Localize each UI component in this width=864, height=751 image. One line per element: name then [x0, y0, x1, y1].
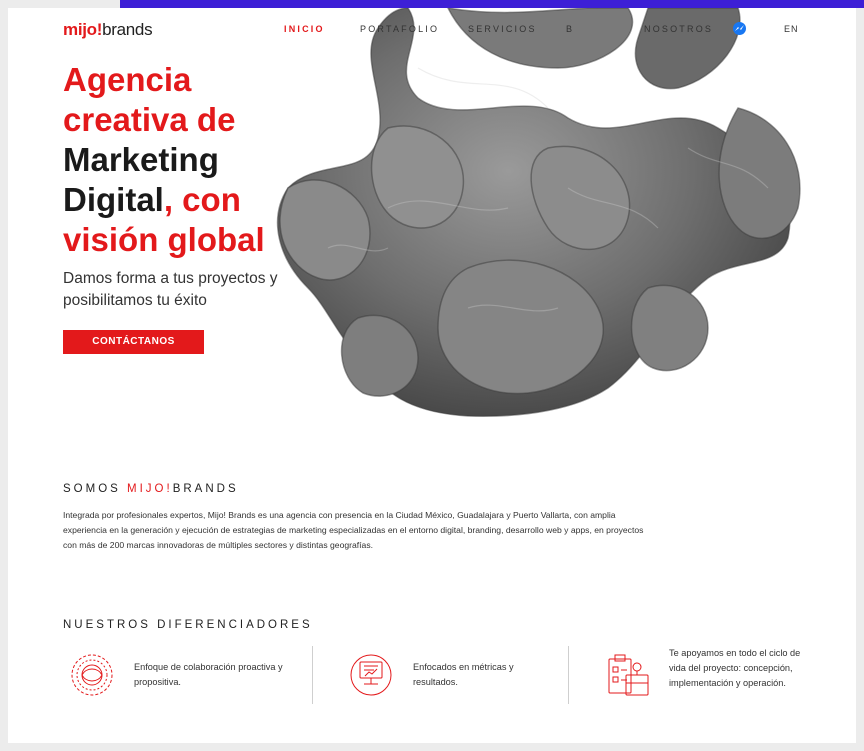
nav-blog[interactable]: B — [566, 24, 574, 34]
feature-text-2: Enfocados en métricas y resultados. — [413, 662, 514, 687]
divider-1 — [312, 646, 313, 704]
page-container: mijo!brands INICIO PORTAFOLIO SERVICIOS … — [8, 8, 856, 743]
hero-subtitle: Damos forma a tus proyectos y posibilita… — [63, 270, 278, 309]
divider-2 — [568, 646, 569, 704]
hero-smoke-image — [276, 8, 801, 417]
differentiators-title: NUESTROS DIFERENCIADORES — [63, 619, 313, 631]
logo-suffix: brands — [102, 20, 153, 39]
headline-line-4-red: , con — [163, 181, 241, 218]
headline-line-1: Agencia — [63, 61, 192, 98]
feature-text-3: Te apoyamos en todo el ciclo de vida del… — [669, 648, 801, 688]
contact-button[interactable]: CONTÁCTANOS — [63, 330, 204, 354]
headline-line-4-dark: Digital — [63, 181, 164, 218]
brand-logo[interactable]: mijo!brands — [63, 20, 153, 40]
about-title: SOMOS MIJO!BRANDS — [63, 483, 239, 495]
nav-portafolio[interactable]: PORTAFOLIO — [360, 24, 439, 34]
project-lifecycle-icon — [608, 654, 649, 696]
about-title-prefix: SOMOS — [63, 483, 128, 495]
headline-line-2: creativa de — [63, 101, 236, 138]
about-body: Integrada por profesionales expertos, Mi… — [63, 510, 644, 550]
top-accent-bar — [120, 0, 864, 8]
nav-nosotros[interactable]: NOSOTROS — [644, 24, 713, 34]
about-title-suffix: BRANDS — [172, 483, 239, 495]
logo-prefix: mijo! — [63, 20, 103, 39]
feature-text-1: Enfoque de colaboración proactiva y prop… — [134, 662, 283, 687]
metrics-monitor-icon — [350, 654, 392, 696]
collaboration-circle-icon — [71, 654, 113, 696]
about-title-highlight: MIJO! — [127, 483, 173, 495]
language-switch[interactable]: EN — [784, 24, 799, 34]
nav-inicio[interactable]: INICIO — [284, 24, 325, 34]
messenger-icon[interactable] — [733, 22, 746, 35]
nav-servicios[interactable]: SERVICIOS — [468, 24, 537, 34]
headline-line-3: Marketing — [63, 141, 219, 178]
headline-line-5: visión global — [63, 221, 265, 258]
hero-headline: Agencia creativa de Marketing Digital, c… — [63, 60, 265, 260]
